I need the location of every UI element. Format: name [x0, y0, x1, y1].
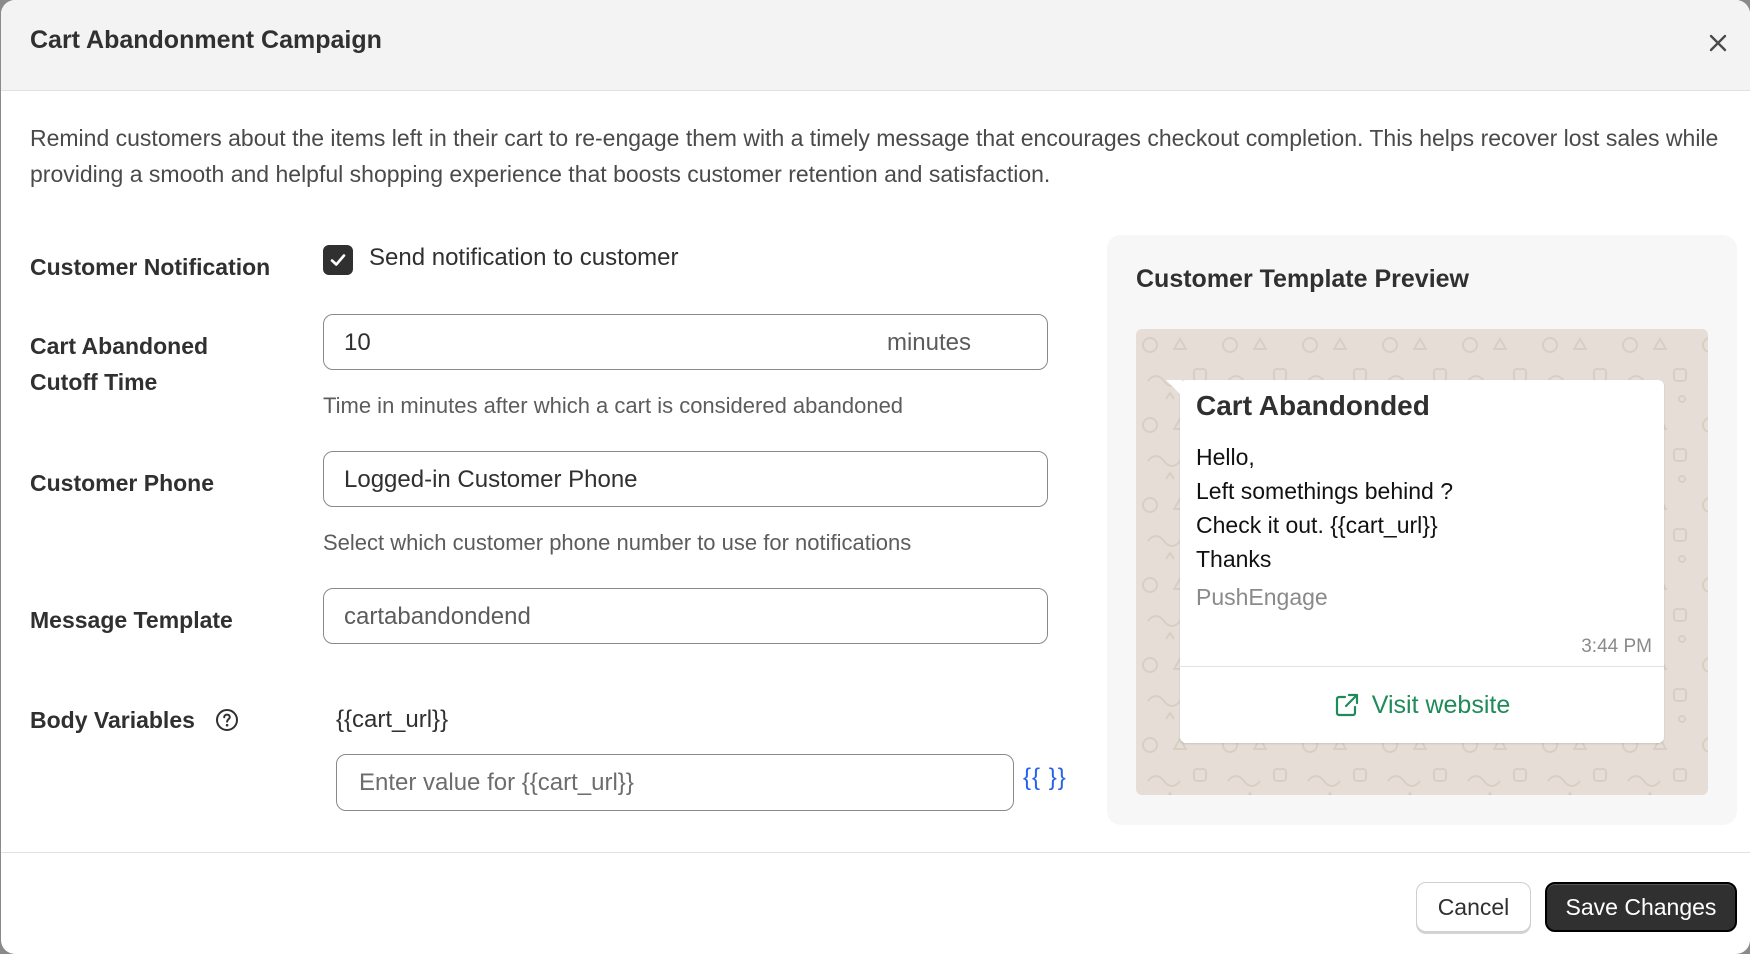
modal-header: Cart Abandonment Campaign: [1, 0, 1750, 91]
modal-title: Cart Abandonment Campaign: [30, 26, 382, 54]
customer-phone-help: Select which customer phone number to us…: [323, 530, 912, 555]
save-changes-button[interactable]: Save Changes: [1545, 882, 1737, 932]
cutoff-time-label-line2: Cutoff Time: [30, 369, 158, 395]
bubble-tail: [1166, 380, 1182, 396]
cutoff-time-value: 10: [344, 329, 371, 356]
cutoff-time-unit: minutes: [886, 329, 971, 356]
body-variables-label: Body Variables: [30, 707, 195, 733]
preview-title: Customer Template Preview: [1136, 265, 1469, 293]
body-variable-input[interactable]: [337, 755, 1013, 810]
customer-phone-label: Customer Phone: [30, 470, 215, 496]
message-body-line: Check it out. {{cart_url}}: [1196, 512, 1438, 538]
cutoff-time-input[interactable]: 10 minutes: [323, 314, 1048, 370]
campaign-modal: Cart Abandonment Campaign Remind custome…: [1, 0, 1750, 954]
cutoff-time-label: Cart Abandoned Cutoff Time: [30, 328, 208, 400]
customer-phone-select[interactable]: Logged-in Customer Phone: [323, 451, 1048, 507]
send-notification-checkbox[interactable]: [323, 245, 353, 275]
message-body-line: Hello,: [1196, 444, 1255, 470]
message-bubble: Cart Abandonded Hello, Left somethings b…: [1166, 380, 1664, 743]
cutoff-time-label-line1: Cart Abandoned: [30, 333, 209, 359]
footer-divider: [1, 852, 1750, 853]
customer-notification-label: Customer Notification: [30, 254, 271, 280]
external-link-icon: [1335, 693, 1358, 717]
body-variable-name: {{cart_url}}: [336, 706, 449, 733]
campaign-description: Remind customers about the items left in…: [30, 125, 1719, 187]
message-template-label: Message Template: [30, 607, 233, 633]
customer-phone-value: Logged-in Customer Phone: [344, 466, 638, 493]
chat-background: Cart Abandonded Hello, Left somethings b…: [1136, 329, 1708, 795]
message-body: Hello, Left somethings behind ? Check it…: [1196, 440, 1453, 576]
cancel-button[interactable]: Cancel: [1416, 882, 1531, 932]
message-body-line: Left somethings behind ?: [1196, 478, 1454, 504]
message-header: Cart Abandonded: [1196, 390, 1430, 421]
cutoff-time-help: Time in minutes after which a cart is co…: [323, 393, 904, 418]
message-template-input[interactable]: cartabandondend: [323, 588, 1048, 644]
insert-variable-button[interactable]: {{ }}: [1023, 764, 1067, 792]
message-body-line: Thanks: [1196, 546, 1272, 572]
visit-website-label: Visit website: [1371, 690, 1511, 719]
visit-website-button[interactable]: Visit website: [1180, 667, 1664, 743]
message-footer: PushEngage: [1196, 584, 1328, 610]
send-notification-label[interactable]: Send notification to customer: [369, 244, 679, 272]
question-circle-icon[interactable]: [215, 708, 239, 732]
template-preview-panel: Customer Template Preview Cart Abandonde…: [1107, 235, 1737, 825]
message-template-value: cartabandondend: [344, 603, 531, 630]
body-variable-field[interactable]: [336, 754, 1014, 811]
message-time: 3:44 PM: [1581, 636, 1652, 657]
check-icon: [330, 254, 346, 266]
close-icon: [1709, 34, 1727, 52]
close-button[interactable]: [1701, 26, 1735, 60]
